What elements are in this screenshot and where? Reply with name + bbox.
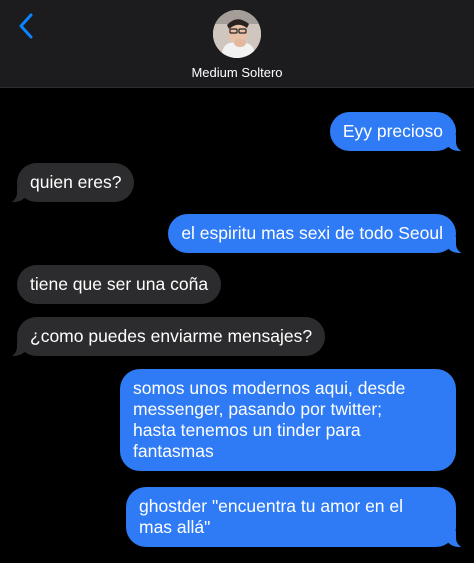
message-bubble-outgoing[interactable]: ghostder "encuentra tu amor en el mas al… — [126, 487, 468, 548]
contact-photo-icon — [213, 10, 261, 58]
message-thread[interactable]: Eyy precioso quien eres? el espiritu mas… — [0, 88, 474, 563]
message-bubble-outgoing[interactable]: somos unos modernos aqui, desde messenge… — [120, 369, 456, 471]
message-bubble-incoming[interactable]: tiene que ser una coña — [17, 265, 222, 304]
message-bubble-outgoing[interactable]: el espiritu mas sexi de todo Seoul — [168, 214, 468, 254]
conversation-header: Medium Soltero — [0, 0, 474, 88]
message-text: Eyy precioso — [342, 121, 443, 141]
avatar[interactable] — [213, 10, 261, 58]
message-bubble-outgoing[interactable]: Eyy precioso — [329, 112, 469, 152]
message-text: el espiritu mas sexi de todo Seoul — [181, 223, 443, 243]
message-bubble-incoming[interactable]: ¿como puedes enviarme mensajes? — [4, 317, 326, 357]
message-text: ¿como puedes enviarme mensajes? — [30, 326, 313, 346]
message-text: quien eres? — [30, 172, 122, 192]
chevron-left-icon — [19, 13, 33, 39]
message-text: somos unos modernos aqui, desde messenge… — [133, 378, 406, 461]
message-text: ghostder "encuentra tu amor en el mas al… — [139, 496, 404, 537]
back-button[interactable] — [12, 8, 40, 44]
contact-name: Medium Soltero — [191, 65, 283, 80]
message-text: tiene que ser una coña — [30, 274, 209, 294]
message-bubble-incoming[interactable]: quien eres? — [4, 163, 135, 203]
